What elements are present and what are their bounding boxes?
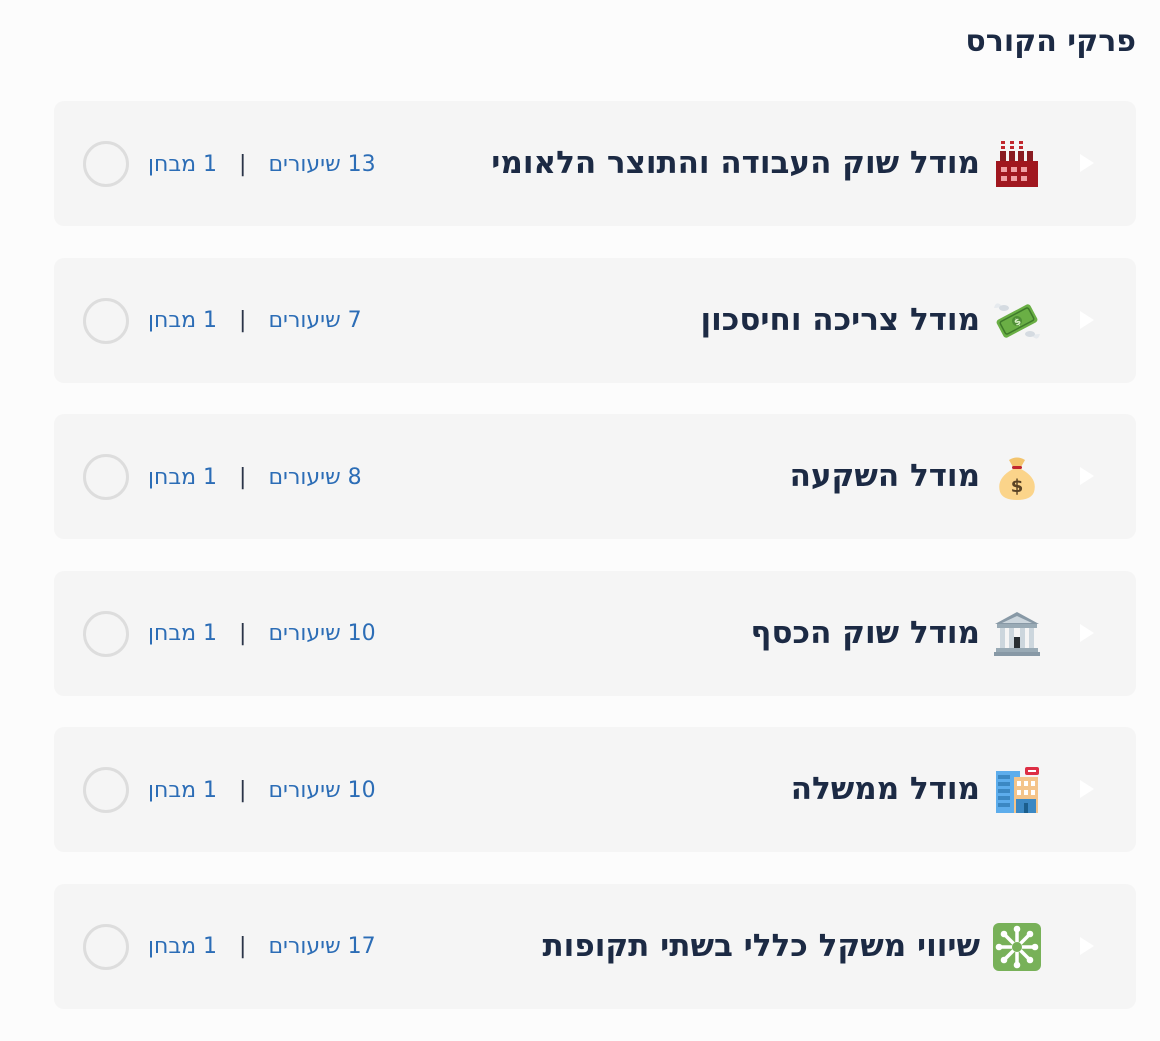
progress-circle [83, 767, 129, 814]
chapter-meta: 10 שיעורים | 1 מבחן [148, 774, 376, 806]
chapter-item[interactable]: מודל שוק הכסף 10 שיעורים | 1 מבחן [54, 570, 1136, 696]
svg-text:$: $ [1011, 476, 1024, 497]
money-bag-icon: $ [992, 452, 1042, 502]
lessons-count: 17 שיעורים [268, 934, 376, 960]
lessons-count: 10 שיעורים [268, 621, 376, 647]
chapter-item[interactable]: $ מודל השקעה 8 שיעורים | 1 מבחן [54, 414, 1136, 540]
exams-count: 1 מבחן [148, 308, 218, 334]
meta-divider: | [239, 308, 247, 334]
meta-divider: | [239, 151, 247, 177]
chapter-title: מודל שוק הכסף [750, 614, 980, 651]
chapter-item[interactable]: שיווי משקל כללי בשתי תקופות 17 שיעורים |… [54, 883, 1136, 1009]
hotel-icon [992, 765, 1042, 815]
chapter-meta: 13 שיעורים | 1 מבחן [148, 148, 376, 180]
lessons-count: 13 שיעורים [268, 151, 376, 177]
exams-count: 1 מבחן [148, 151, 218, 177]
progress-circle [83, 923, 129, 970]
chevron-right-icon [1080, 154, 1094, 172]
page-title: פרקי הקורס [965, 24, 1136, 59]
meta-divider: | [239, 934, 247, 960]
chevron-right-icon [1080, 936, 1094, 955]
chapter-meta: 8 שיעורים | 1 מבחן [148, 461, 362, 493]
progress-circle [83, 297, 129, 344]
chapter-list: מודל שוק העבודה והתוצר הלאומי 13 שיעורים… [54, 101, 1136, 1041]
progress-circle [83, 454, 129, 501]
lessons-count: 7 שיעורים [268, 308, 362, 334]
chapter-meta: 7 שיעורים | 1 מבחן [148, 305, 362, 337]
chapter-meta: 17 שיעורים | 1 מבחן [148, 931, 376, 963]
chapter-title: מודל צריכה וחיסכון [700, 301, 981, 338]
chapter-title: מודל ממשלה [790, 771, 980, 808]
meta-divider: | [239, 464, 247, 490]
meta-divider: | [239, 621, 247, 647]
chapter-title: מודל שוק העבודה והתוצר הלאומי [491, 145, 980, 181]
progress-circle [83, 610, 129, 657]
progress-circle [83, 141, 129, 187]
bank-icon [992, 609, 1042, 659]
chapter-title: שיווי משקל כללי בשתי תקופות [542, 927, 981, 964]
exams-count: 1 מבחן [148, 777, 218, 803]
chapter-meta: 10 שיעורים | 1 מבחן [148, 618, 376, 650]
chapter-item[interactable]: $ מודל צריכה וחיסכון 7 שיעורים | 1 מבחן [54, 257, 1136, 383]
chevron-right-icon [1080, 467, 1094, 486]
chapter-title: מודל השקעה [789, 458, 980, 495]
sparkle-icon [992, 922, 1042, 972]
exams-count: 1 מבחן [148, 621, 218, 647]
money-with-wings-icon: $ [992, 296, 1042, 346]
chevron-right-icon [1080, 310, 1094, 329]
exams-count: 1 מבחן [148, 934, 218, 960]
meta-divider: | [239, 777, 247, 803]
chevron-right-icon [1080, 623, 1094, 642]
chapter-item[interactable]: מודל שוק העבודה והתוצר הלאומי 13 שיעורים… [54, 101, 1136, 226]
chevron-right-icon [1080, 780, 1094, 799]
exams-count: 1 מבחן [148, 464, 218, 490]
factory-icon [992, 139, 1042, 189]
chapter-item[interactable]: מודל ממשלה 10 שיעורים | 1 מבחן [54, 727, 1136, 853]
lessons-count: 10 שיעורים [268, 777, 376, 803]
lessons-count: 8 שיעורים [268, 464, 362, 490]
